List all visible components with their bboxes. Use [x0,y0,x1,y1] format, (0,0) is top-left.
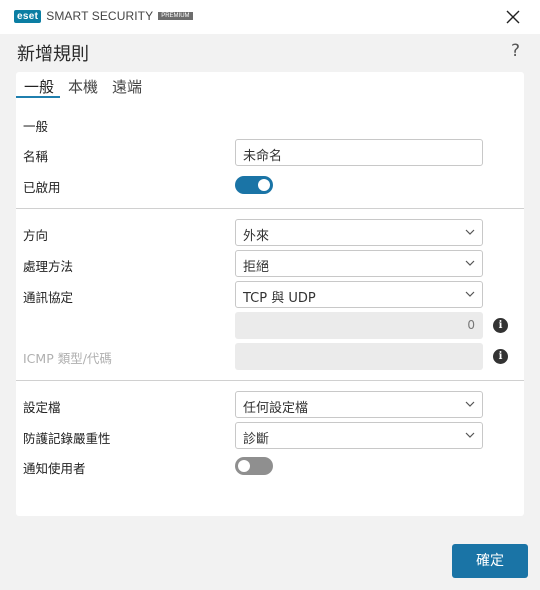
log-severity-select[interactable]: 診斷 [235,422,483,449]
eset-logo: eset SMART SECURITY PREMIUM [14,9,193,23]
edition-badge: PREMIUM [158,12,193,20]
help-icon[interactable]: ? [511,41,520,61]
toggle-knob [238,460,250,472]
profile-value: 任何設定檔 [243,401,309,416]
action-select[interactable]: 拒絕 [235,250,483,277]
profile-select[interactable]: 任何設定檔 [235,391,483,418]
close-icon[interactable] [502,6,524,28]
chevron-down-icon [465,229,475,235]
name-input[interactable]: 未命名 [235,139,483,166]
tab-local[interactable]: 本機 [62,72,104,98]
chevron-down-icon [465,291,475,297]
tab-general[interactable]: 一般 [16,72,61,98]
divider [16,380,524,381]
section-general-label: 一般 [23,119,49,134]
enabled-label: 已啟用 [23,180,61,195]
product-name: SMART SECURITY [46,9,154,23]
name-label: 名稱 [23,149,49,164]
protocol-number-field: 0 [235,312,483,339]
action-label: 處理方法 [23,259,74,274]
log-severity-value: 診斷 [243,432,270,447]
toggle-knob [258,179,270,191]
chevron-down-icon [465,401,475,407]
protocol-value: TCP 與 UDP [243,291,316,306]
icmp-field [235,343,483,370]
direction-select[interactable]: 外來 [235,219,483,246]
action-value: 拒絕 [243,260,270,275]
notify-user-toggle[interactable] [235,457,273,475]
direction-label: 方向 [23,228,49,243]
log-severity-label: 防護記錄嚴重性 [23,431,111,446]
protocol-select[interactable]: TCP 與 UDP [235,281,483,308]
divider [16,208,524,209]
chevron-down-icon [465,260,475,266]
tab-remote[interactable]: 遠端 [106,72,148,98]
rule-settings-panel: 一般 本機 遠端 一般 名稱 未命名 已啟用 方向 外來 處理方法 拒絕 通訊協… [16,72,524,516]
icmp-label: ICMP 類型/代碼 [23,351,112,366]
info-icon[interactable]: i [493,318,508,333]
ok-button[interactable]: 確定 [452,544,528,578]
direction-value: 外來 [243,229,270,244]
protocol-label: 通訊協定 [23,290,74,305]
profile-label: 設定檔 [23,400,61,415]
notify-user-label: 通知使用者 [23,461,86,476]
eset-badge: eset [14,9,42,23]
title-bar: eset SMART SECURITY PREMIUM [0,0,540,34]
enabled-toggle[interactable] [235,176,273,194]
chevron-down-icon [465,432,475,438]
info-icon[interactable]: i [493,349,508,364]
dialog-title: 新增規則 [17,44,89,65]
tab-bar: 一般 本機 遠端 [16,72,150,98]
